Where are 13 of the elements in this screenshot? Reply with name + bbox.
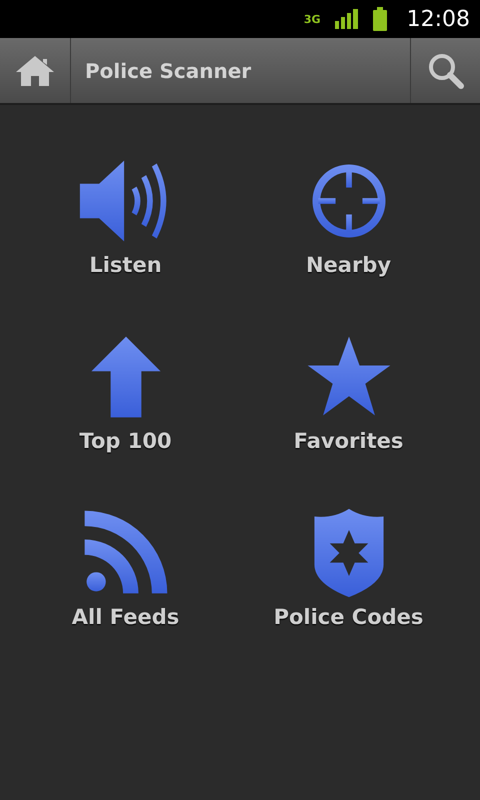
signal-icon bbox=[334, 9, 359, 29]
clock: 12:08 bbox=[406, 6, 470, 32]
menu-tile[interactable]: Nearby bbox=[300, 153, 396, 277]
menu-tile[interactable]: All Feeds bbox=[72, 505, 180, 629]
menu-tile[interactable]: Top 100 bbox=[78, 329, 174, 453]
app-title: Police Scanner bbox=[84, 58, 252, 84]
menu-tile[interactable]: Police Codes bbox=[274, 505, 424, 629]
battery-icon bbox=[372, 7, 387, 31]
menu-tile[interactable]: Favorites bbox=[294, 329, 404, 453]
search-icon bbox=[426, 52, 464, 90]
home-icon bbox=[15, 54, 55, 86]
network-type: 3G bbox=[304, 12, 321, 26]
menu-tile[interactable]: Listen bbox=[78, 153, 174, 277]
